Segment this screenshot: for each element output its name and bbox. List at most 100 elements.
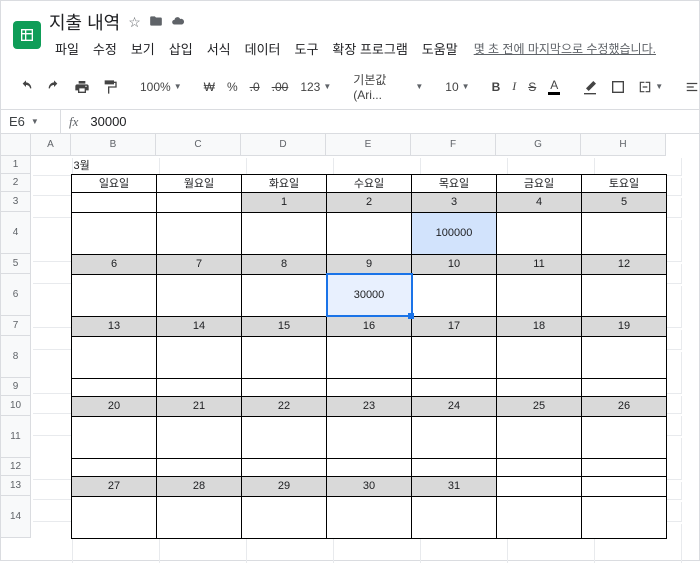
date-cell[interactable]: 30	[327, 476, 412, 496]
star-icon[interactable]: ☆	[128, 14, 141, 31]
cell[interactable]	[33, 158, 73, 176]
value-cell[interactable]	[72, 416, 157, 458]
col-header[interactable]: C	[156, 134, 241, 156]
month-label[interactable]: 3월	[72, 156, 667, 174]
date-cell[interactable]	[72, 192, 157, 212]
value-cell[interactable]	[497, 378, 582, 396]
value-cell[interactable]	[242, 416, 327, 458]
menu-insert[interactable]: 삽입	[163, 37, 199, 60]
col-header[interactable]: D	[241, 134, 326, 156]
value-cell[interactable]	[242, 336, 327, 378]
cell[interactable]	[33, 286, 73, 328]
menu-edit[interactable]: 수정	[87, 37, 123, 60]
value-cell[interactable]	[582, 458, 667, 476]
borders-button[interactable]	[605, 75, 631, 99]
value-cell[interactable]	[327, 458, 412, 476]
row-header[interactable]: 7	[1, 316, 31, 336]
value-cell[interactable]	[157, 458, 242, 476]
row-header[interactable]: 3	[1, 192, 31, 212]
select-all-corner[interactable]	[1, 134, 31, 156]
date-cell[interactable]: 24	[412, 396, 497, 416]
date-cell[interactable]: 12	[582, 254, 667, 274]
value-cell[interactable]	[157, 274, 242, 316]
col-header[interactable]: F	[411, 134, 496, 156]
day-header-cell[interactable]: 화요일	[242, 174, 327, 192]
redo-button[interactable]	[41, 75, 67, 99]
value-cell[interactable]	[412, 496, 497, 538]
value-cell[interactable]	[497, 274, 582, 316]
cell[interactable]	[33, 198, 73, 218]
value-cell[interactable]	[582, 496, 667, 538]
row-header[interactable]: 11	[1, 416, 31, 458]
date-cell[interactable]: 15	[242, 316, 327, 336]
font-dropdown[interactable]: 기본값 (Ari...▼	[348, 68, 428, 105]
percent-button[interactable]: %	[222, 76, 243, 98]
value-cell[interactable]	[412, 378, 497, 396]
value-cell[interactable]	[582, 416, 667, 458]
date-cell[interactable]: 25	[497, 396, 582, 416]
col-header[interactable]: B	[71, 134, 156, 156]
paint-format-button[interactable]	[97, 75, 123, 99]
date-cell[interactable]: 26	[582, 396, 667, 416]
doc-title[interactable]: 지출 내역	[49, 9, 120, 35]
cell[interactable]	[33, 264, 73, 284]
date-cell[interactable]: 7	[157, 254, 242, 274]
row-header[interactable]: 1	[1, 156, 31, 174]
date-cell[interactable]: 17	[412, 316, 497, 336]
col-header[interactable]: E	[326, 134, 411, 156]
strikethrough-button[interactable]: S	[523, 76, 541, 98]
date-cell[interactable]: 6	[72, 254, 157, 274]
date-cell[interactable]: 29	[242, 476, 327, 496]
currency-button[interactable]: ₩	[199, 76, 220, 98]
italic-button[interactable]: I	[507, 75, 521, 98]
value-cell[interactable]	[412, 336, 497, 378]
value-cell[interactable]	[242, 274, 327, 316]
menu-file[interactable]: 파일	[49, 37, 85, 60]
row-header[interactable]: 10	[1, 396, 31, 416]
value-cell[interactable]	[242, 378, 327, 396]
value-cell[interactable]	[582, 378, 667, 396]
fill-color-button[interactable]	[577, 75, 603, 99]
value-cell[interactable]	[497, 496, 582, 538]
value-cell[interactable]	[582, 336, 667, 378]
date-cell[interactable]: 20	[72, 396, 157, 416]
formula-input[interactable]: 30000	[86, 114, 699, 129]
cell[interactable]	[33, 352, 73, 394]
increase-decimal-button[interactable]: .00	[267, 76, 294, 98]
cell[interactable]	[33, 482, 73, 500]
cell[interactable]	[33, 524, 73, 563]
value-cell[interactable]	[157, 416, 242, 458]
day-header-cell[interactable]: 토요일	[582, 174, 667, 192]
date-cell[interactable]: 27	[72, 476, 157, 496]
menu-format[interactable]: 서식	[201, 37, 237, 60]
value-cell[interactable]	[412, 416, 497, 458]
value-cell[interactable]	[242, 212, 327, 254]
more-formats-dropdown[interactable]: 123▼	[295, 77, 336, 97]
date-cell[interactable]: 16	[327, 316, 412, 336]
value-cell[interactable]	[72, 378, 157, 396]
row-header[interactable]: 12	[1, 458, 31, 476]
bold-button[interactable]: B	[487, 76, 506, 98]
date-cell[interactable]: 23	[327, 396, 412, 416]
value-cell[interactable]	[582, 274, 667, 316]
date-cell[interactable]	[157, 192, 242, 212]
date-cell[interactable]: 13	[72, 316, 157, 336]
value-cell[interactable]	[72, 458, 157, 476]
value-cell[interactable]	[242, 496, 327, 538]
day-header-cell[interactable]: 일요일	[72, 174, 157, 192]
menu-view[interactable]: 보기	[125, 37, 161, 60]
row-header[interactable]: 9	[1, 378, 31, 396]
cell[interactable]	[33, 502, 73, 522]
text-color-button[interactable]: A	[543, 74, 565, 99]
cell[interactable]	[33, 330, 73, 350]
date-cell[interactable]: 28	[157, 476, 242, 496]
value-cell[interactable]	[157, 212, 242, 254]
date-cell[interactable]: 2	[327, 192, 412, 212]
value-cell[interactable]	[412, 458, 497, 476]
font-size-dropdown[interactable]: 10▼	[440, 77, 474, 97]
menu-tools[interactable]: 도구	[289, 37, 325, 60]
date-cell[interactable]: 9	[327, 254, 412, 274]
date-cell[interactable]: 31	[412, 476, 497, 496]
date-cell[interactable]: 21	[157, 396, 242, 416]
day-header-cell[interactable]: 월요일	[157, 174, 242, 192]
